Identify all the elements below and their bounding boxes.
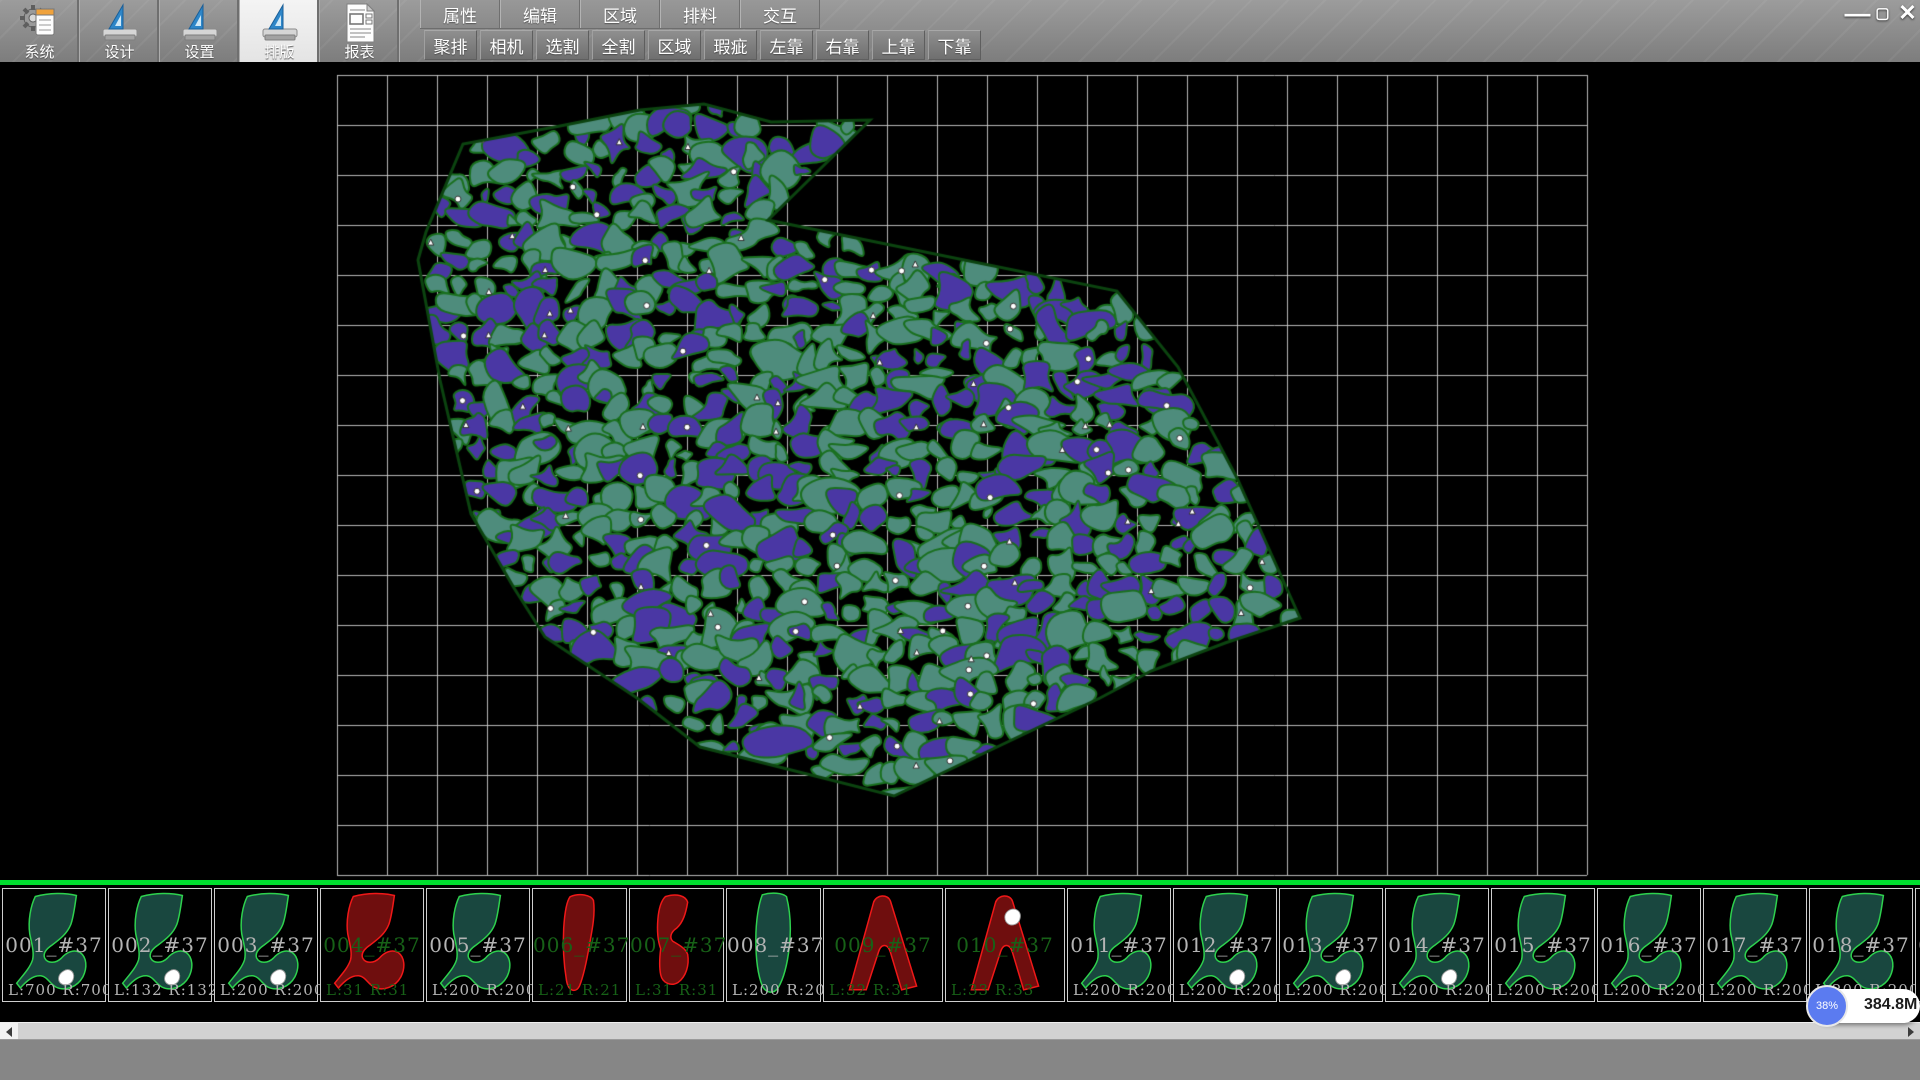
set-square-icon: [178, 1, 222, 45]
thumbnail-cell[interactable]: 001_#37 L:700 R:700: [2, 888, 106, 1002]
piece-thumbnail: [533, 889, 626, 1001]
progress-percent-badge: 38%: [1806, 985, 1848, 1027]
main-module-buttons: 系统 设计 设置 排版 报表: [0, 0, 400, 62]
set-square-icon: [98, 1, 142, 45]
piece-thumbnail: [427, 889, 529, 1001]
layout-ruler-icon: [258, 1, 302, 45]
toolbar: 系统 设计 设置 排版 报表 属性编辑区域排料交互 聚排相机选割全割区域瑕疵左靠…: [0, 0, 1920, 62]
right-arrow-icon: [1908, 1027, 1914, 1037]
scroll-left-button[interactable]: [0, 1023, 18, 1040]
thumbnail-cell[interactable]: 009_#37 L:32 R:31: [823, 888, 943, 1002]
thumbnail-cell[interactable]: 016_#37 L:200 R:200: [1597, 888, 1701, 1002]
module-button-label: 设置: [184, 45, 214, 60]
maximize-button[interactable]: ▢: [1872, 2, 1893, 23]
thumbnail-cell[interactable]: 019_#37 L:200 R:200: [1915, 888, 1920, 1002]
piece-thumbnail: [1598, 889, 1700, 1001]
piece-thumbnail: [109, 889, 211, 1001]
menu-tab-排料[interactable]: 排料: [660, 0, 740, 28]
module-button-系统[interactable]: 系统: [0, 0, 80, 62]
system-gear-icon: [18, 1, 62, 45]
piece-thumbnail: [1916, 889, 1920, 1001]
tool-button-右靠[interactable]: 右靠: [816, 30, 869, 60]
menu-tab-区域[interactable]: 区域: [580, 0, 660, 28]
thumbnail-cell[interactable]: 014_#37 L:200 R:200: [1385, 888, 1489, 1002]
progress-percent: 38%: [1816, 1000, 1838, 1012]
piece-thumbnail: [1068, 889, 1170, 1001]
piece-thumbnail: [1280, 889, 1382, 1001]
piece-thumbnail: [3, 889, 105, 1001]
scroll-right-button[interactable]: [1902, 1023, 1920, 1040]
piece-thumbnail: [824, 889, 942, 1001]
settings-ruler-icon: [178, 1, 222, 45]
module-button-排版[interactable]: 排版: [240, 0, 320, 62]
tool-button-row: 聚排相机选割全割区域瑕疵左靠右靠上靠下靠: [424, 30, 981, 60]
memory-value: 384.8M: [1864, 996, 1917, 1014]
thumbnail-cell[interactable]: 005_#37 L:200 R:200: [426, 888, 530, 1002]
thumbnail-cell[interactable]: 011_#37 L:200 R:200: [1067, 888, 1171, 1002]
set-square-icon: [258, 1, 302, 45]
module-button-设计[interactable]: 设计: [80, 0, 160, 62]
piece-thumbnail: [215, 889, 317, 1001]
system-gear-icon: [18, 1, 62, 45]
thumbnail-cell[interactable]: 007_#37 L:31 R:31: [629, 888, 724, 1002]
tool-button-上靠[interactable]: 上靠: [872, 30, 925, 60]
report-doc-icon: [338, 1, 382, 45]
tool-button-相机[interactable]: 相机: [480, 30, 533, 60]
report-doc-icon: [338, 1, 382, 45]
piece-thumbnail: [321, 889, 423, 1001]
thumbnail-cell[interactable]: 006_#37 L:21 R:21: [532, 888, 627, 1002]
thumbnail-cell[interactable]: 003_#37 L:200 R:200: [214, 888, 318, 1002]
thumbnail-cell[interactable]: 010_#37 L:33 R:33: [945, 888, 1065, 1002]
tool-button-全割[interactable]: 全割: [592, 30, 645, 60]
nesting-canvas[interactable]: [0, 62, 1920, 880]
piece-thumbnail: [1704, 889, 1806, 1001]
thumbnail-cell[interactable]: 013_#37 L:200 R:200: [1279, 888, 1383, 1002]
window-controls: — ▢ ✕: [1847, 2, 1918, 23]
thumbnail-cell[interactable]: 012_#37 L:200 R:200: [1173, 888, 1277, 1002]
piece-thumbnail: [1492, 889, 1594, 1001]
piece-thumbnail: [946, 889, 1064, 1001]
minimize-button[interactable]: —: [1847, 2, 1868, 23]
piece-thumbnail: [630, 889, 723, 1001]
design-ruler-icon: [98, 1, 142, 45]
module-button-label: 设计: [104, 45, 134, 60]
thumbnail-cell[interactable]: 008_#37 L:200 R:200: [726, 888, 821, 1002]
menu-tab-属性[interactable]: 属性: [420, 0, 500, 28]
menu-tab-bar: 属性编辑区域排料交互: [420, 0, 820, 29]
piece-thumbnail: [727, 889, 820, 1001]
application-window: 系统 设计 设置 排版 报表 属性编辑区域排料交互 聚排相机选割全割区域瑕疵左靠…: [0, 0, 1920, 1080]
menu-tab-编辑[interactable]: 编辑: [500, 0, 580, 28]
tool-button-选割[interactable]: 选割: [536, 30, 589, 60]
module-button-label: 排版: [264, 45, 294, 60]
menu-tab-交互[interactable]: 交互: [740, 0, 820, 28]
piece-thumbnail: [1174, 889, 1276, 1001]
tool-button-瑕疵[interactable]: 瑕疵: [704, 30, 757, 60]
thumbnail-cell[interactable]: 004_#37 L:31 R:31: [320, 888, 424, 1002]
horizontal-scrollbar[interactable]: [0, 1022, 1920, 1039]
thumbnail-cell[interactable]: 017_#37 L:200 R:200: [1703, 888, 1807, 1002]
piece-thumbnail: [1386, 889, 1488, 1001]
module-button-label: 系统: [24, 45, 54, 60]
piece-thumbnail-strip: 001_#37 L:700 R:700 002_#37 L:132 R:132 …: [0, 885, 1920, 1022]
module-button-label: 报表: [344, 45, 374, 60]
left-arrow-icon: [6, 1027, 12, 1037]
thumbnail-cell[interactable]: 002_#37 L:132 R:132: [108, 888, 212, 1002]
status-bar: [0, 1039, 1920, 1080]
tool-button-聚排[interactable]: 聚排: [424, 30, 477, 60]
module-button-设置[interactable]: 设置: [160, 0, 240, 62]
tool-button-左靠[interactable]: 左靠: [760, 30, 813, 60]
thumbnail-cell[interactable]: 015_#37 L:200 R:200: [1491, 888, 1595, 1002]
tool-button-下靠[interactable]: 下靠: [928, 30, 981, 60]
tool-button-区域[interactable]: 区域: [648, 30, 701, 60]
module-button-报表[interactable]: 报表: [320, 0, 400, 62]
close-button[interactable]: ✕: [1897, 2, 1918, 23]
